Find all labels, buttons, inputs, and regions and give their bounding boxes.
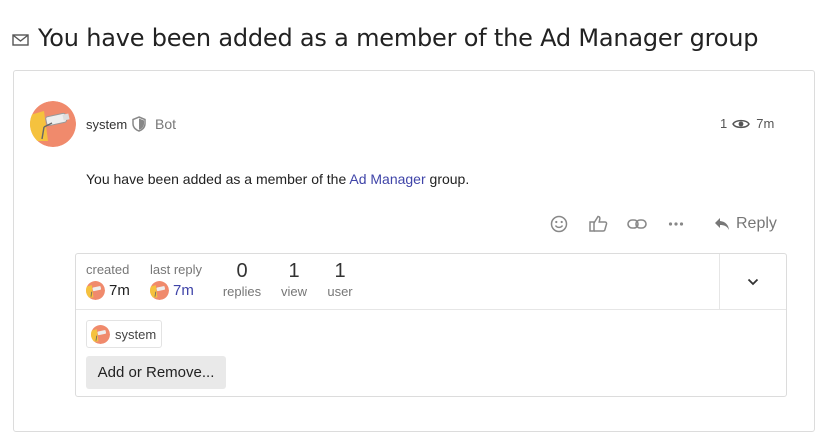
post-card: system Bot 1 7m You have been added as a… <box>13 70 815 432</box>
smiley-icon[interactable] <box>548 213 570 235</box>
last-reply-label: last reply <box>150 262 203 277</box>
user-title: Bot <box>155 116 177 132</box>
shield-icon <box>132 116 146 132</box>
post-body: You have been added as a member of the A… <box>86 171 469 187</box>
replies-count: 0 <box>236 260 248 282</box>
add-or-remove-button[interactable]: Add or Remove... <box>86 356 226 389</box>
last-reply-stat: last reply 7m <box>150 262 202 300</box>
views-stat: 1 view <box>276 260 312 299</box>
envelope-icon <box>12 33 29 47</box>
replies-label: replies <box>222 284 262 299</box>
group-link[interactable]: Ad Manager <box>349 171 425 187</box>
view-count: 1 <box>720 116 728 131</box>
link-icon[interactable] <box>626 213 648 235</box>
post-username[interactable]: system <box>86 117 127 132</box>
topic-map: created 7m last reply 7m 0 replies 1 vie… <box>75 253 787 397</box>
ellipsis-icon[interactable] <box>665 213 687 235</box>
post-text-prefix: You have been added as a member of the <box>86 171 350 187</box>
avatar <box>91 324 110 344</box>
reply-label: Reply <box>736 215 777 232</box>
expand-topic-map-button[interactable] <box>719 254 786 310</box>
users-count: 1 <box>334 260 346 282</box>
created-label: created <box>86 262 130 277</box>
created-stat: created 7m <box>86 262 130 300</box>
views-count: 1 <box>288 260 300 282</box>
thumbs-up-icon[interactable] <box>587 213 609 235</box>
post-actions <box>548 213 704 235</box>
avatar[interactable] <box>30 101 76 147</box>
reply-arrow-icon <box>714 217 730 231</box>
views-label: view <box>280 284 307 299</box>
post-age[interactable]: 7m <box>756 116 774 131</box>
avatar[interactable] <box>86 281 105 300</box>
eye-icon <box>732 118 751 130</box>
page-title[interactable]: You have been added as a member of the A… <box>38 24 758 52</box>
replies-stat: 0 replies <box>222 260 262 299</box>
participant-name: system <box>115 326 157 342</box>
users-label: user <box>327 284 353 299</box>
post-meta: 1 7m <box>720 116 774 131</box>
last-reply-value[interactable]: 7m <box>173 282 194 299</box>
users-stat: 1 user <box>324 260 356 299</box>
chevron-down-icon <box>747 273 759 291</box>
topic-map-summary[interactable]: created 7m last reply 7m 0 replies 1 vie… <box>76 254 786 310</box>
reply-button[interactable]: Reply <box>714 213 777 235</box>
created-value: 7m <box>109 282 130 299</box>
post-text-suffix: group. <box>425 171 470 187</box>
participant-chip[interactable]: system <box>86 320 163 348</box>
avatar[interactable] <box>150 281 169 300</box>
topic-header: You have been added as a member of the A… <box>12 18 758 58</box>
